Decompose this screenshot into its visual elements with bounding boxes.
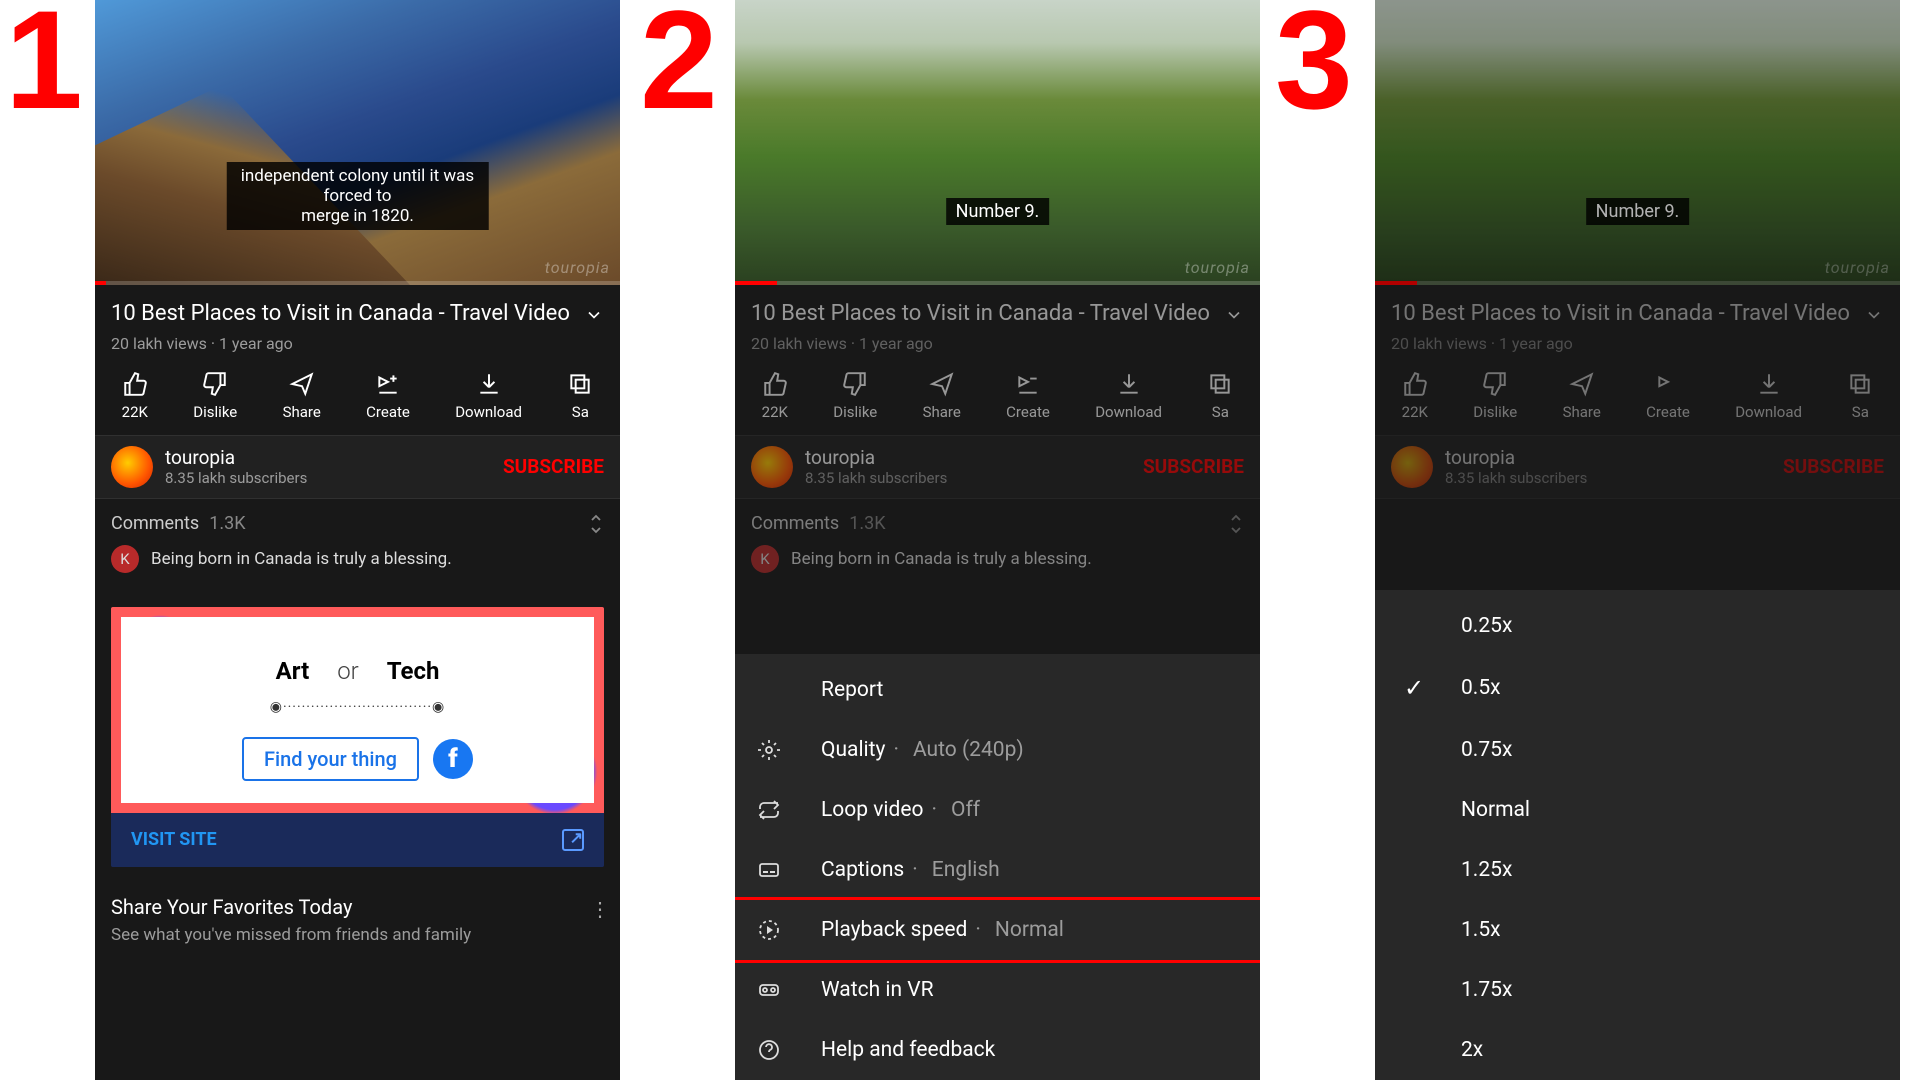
menu-item-quality[interactable]: Quality·Auto (240p) — [735, 720, 1260, 780]
expand-comments-icon[interactable] — [588, 513, 604, 535]
download-icon — [476, 371, 502, 397]
external-link-icon — [562, 829, 584, 851]
menu-item-captions[interactable]: Captions·English — [735, 840, 1260, 900]
speed-option-15x[interactable]: 1.5x — [1375, 900, 1900, 960]
menu-item-help[interactable]: Help and feedback — [735, 1020, 1260, 1080]
flag-icon — [757, 678, 791, 702]
screenshot-panel-1: independent colony until it was forced t… — [95, 0, 620, 1080]
speed-option-125x[interactable]: 1.25x — [1375, 840, 1900, 900]
video-title: 10 Best Places to Visit in Canada - Trav… — [751, 299, 1216, 330]
download-button[interactable]: Download — [433, 371, 545, 421]
facebook-icon[interactable]: f — [433, 739, 473, 779]
commenter-avatar: K — [111, 545, 139, 573]
menu-item-vr[interactable]: Watch in VR — [735, 960, 1260, 1020]
speed-option-2x[interactable]: 2x — [1375, 1020, 1900, 1080]
speed-option-05x[interactable]: ✓0.5x — [1375, 656, 1900, 720]
video-player[interactable]: independent colony until it was forced t… — [95, 0, 620, 285]
comments-count: 1.3K — [209, 513, 245, 534]
comments-header[interactable]: Comments 1.3K — [95, 499, 620, 545]
video-meta: 20 lakh views · 1 year ago — [735, 334, 1260, 367]
like-button[interactable]: 22K — [99, 371, 171, 421]
thumbs-down-icon — [202, 371, 228, 397]
video-title: 10 Best Places to Visit in Canada - Trav… — [1391, 299, 1856, 330]
expand-description-icon — [1224, 305, 1244, 325]
ad-more-icon[interactable]: ⋮ — [590, 897, 610, 921]
channel-subs: 8.35 lakh subscribers — [165, 469, 503, 487]
share-button[interactable]: Share — [260, 371, 344, 421]
playback-speed-sheet: 0.25x ✓0.5x 0.75x Normal 1.25x 1.5x 1.75… — [1375, 590, 1900, 1080]
ad-text-sub: See what you've missed from friends and … — [111, 925, 604, 945]
speed-option-normal[interactable]: Normal — [1375, 780, 1900, 840]
create-icon — [375, 371, 401, 397]
video-player[interactable]: Number 9. touropia — [1375, 0, 1900, 285]
video-title[interactable]: 10 Best Places to Visit in Canada - Trav… — [111, 299, 576, 330]
save-icon — [567, 371, 593, 397]
video-caption: independent colony until it was forced t… — [226, 162, 489, 230]
channel-subs: 8.35 lakh subscribers — [805, 469, 1143, 487]
dislike-button[interactable]: Dislike — [171, 371, 260, 421]
video-caption: Number 9. — [946, 198, 1050, 225]
thumbs-up-icon — [122, 371, 148, 397]
speed-option-175x[interactable]: 1.75x — [1375, 960, 1900, 1020]
speed-option-025x[interactable]: 0.25x — [1375, 596, 1900, 656]
menu-item-playback-speed[interactable]: Playback speed·Normal — [735, 900, 1260, 960]
save-button[interactable]: Sa — [545, 371, 616, 421]
ad-headline: Art or Tech — [141, 657, 574, 685]
channel-avatar[interactable] — [111, 446, 153, 488]
visit-site-bar[interactable]: VISIT SITE — [111, 813, 604, 867]
video-player[interactable]: Number 9. touropia — [735, 0, 1260, 285]
watermark-label: touropia — [545, 258, 610, 277]
create-button[interactable]: Create — [344, 371, 433, 421]
step-number-1: 1 — [5, 0, 83, 130]
screenshot-panel-3: Number 9. touropia 10 Best Places to Vis… — [1375, 0, 1900, 1080]
comment-text: Being born in Canada is truly a blessing… — [151, 549, 452, 569]
step-number-2: 2 — [640, 0, 718, 130]
subscribe-button[interactable]: SUBSCRIBE — [503, 455, 604, 478]
captions-icon — [757, 858, 791, 882]
progress-bar[interactable] — [95, 281, 620, 285]
screenshot-panel-2: Number 9. touropia 10 Best Places to Vis… — [735, 0, 1260, 1080]
menu-item-report[interactable]: Report — [735, 660, 1260, 720]
video-meta: 20 lakh views · 1 year ago — [95, 334, 620, 367]
ad-cta-button[interactable]: Find your thing — [242, 737, 419, 781]
help-icon — [757, 1038, 791, 1062]
channel-name[interactable]: touropia — [165, 446, 503, 469]
watermark-label: touropia — [1825, 258, 1890, 277]
expand-description-icon[interactable] — [584, 305, 604, 325]
sponsored-ad-card[interactable]: Art or Tech ◉···························… — [111, 607, 604, 867]
speed-option-075x[interactable]: 0.75x — [1375, 720, 1900, 780]
vr-icon — [757, 978, 791, 1002]
options-bottom-sheet: Report Quality·Auto (240p) Loop video·Of… — [735, 654, 1260, 1080]
speed-icon — [757, 918, 791, 942]
action-bar: 22K Dislike Share Create Download Sa — [95, 367, 620, 435]
channel-avatar — [751, 446, 793, 488]
gear-icon — [757, 738, 791, 762]
subscribe-button: SUBSCRIBE — [1143, 455, 1244, 478]
share-icon — [289, 371, 315, 397]
loop-icon — [757, 798, 791, 822]
check-icon: ✓ — [1397, 674, 1431, 702]
step-number-3: 3 — [1275, 0, 1353, 130]
watermark-label: touropia — [1185, 258, 1250, 277]
video-caption: Number 9. — [1586, 198, 1690, 225]
action-bar: 22K Dislike Share Create Download Sa — [735, 367, 1260, 435]
ad-text-headline: Share Your Favorites Today — [111, 895, 604, 919]
menu-item-loop[interactable]: Loop video·Off — [735, 780, 1260, 840]
channel-row[interactable]: touropia 8.35 lakh subscribers SUBSCRIBE — [95, 435, 620, 499]
comment-preview[interactable]: K Being born in Canada is truly a blessi… — [95, 545, 620, 591]
channel-name: touropia — [805, 446, 1143, 469]
